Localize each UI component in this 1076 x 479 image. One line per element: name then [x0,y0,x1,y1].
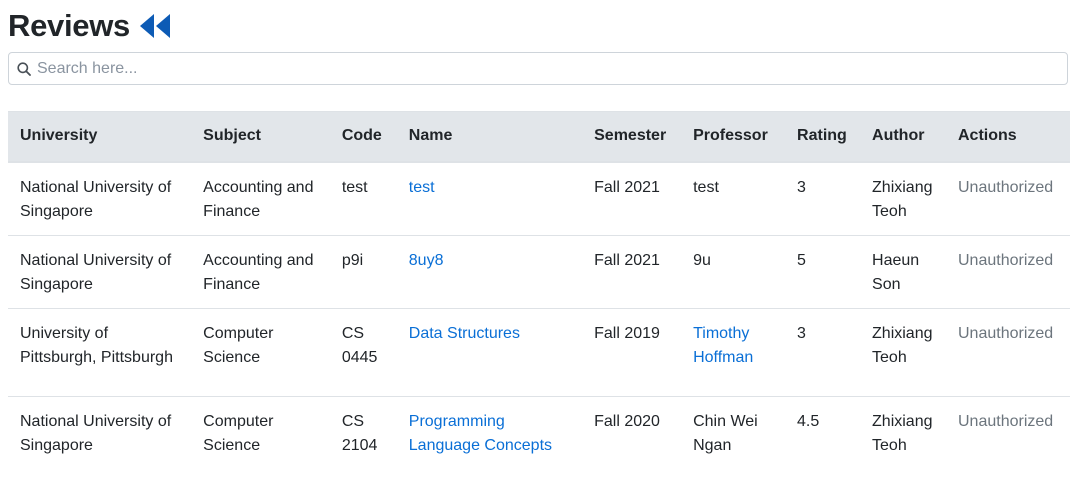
page-title: Reviews [8,8,130,43]
cell-professor: 9u [681,235,786,309]
cell-subject: Accounting and Finance [191,235,330,309]
column-header-code: Code [329,111,397,163]
cell-rating: 3 [785,161,861,236]
column-header-semester: Semester [582,111,682,163]
cell-code: p9i [329,235,397,309]
professor-link[interactable]: Timothy Hoffman [693,325,753,366]
cell-actions: Unauthorized [946,396,1070,469]
cell-professor: Timothy Hoffman [681,308,786,397]
cell-semester: Fall 2020 [582,396,682,469]
course-name-link[interactable]: Data Structures [409,325,520,342]
cell-university: National University of Singapore [8,396,192,469]
cell-author: Zhixiang Teoh [860,161,946,236]
course-name-link[interactable]: Programming Language Concepts [409,413,552,454]
reviews-page: Reviews University Subject Code Name Sem… [0,0,1076,479]
search-icon [17,61,31,76]
table-row: National University of Singapore Account… [8,161,1070,236]
cell-rating: 4.5 [785,396,861,469]
cell-name: test [396,161,583,236]
column-header-author: Author [860,111,946,163]
cell-name: Programming Language Concepts [396,396,583,469]
cell-university: National University of Singapore [8,161,192,236]
cell-university: University of Pittsburgh, Pittsburgh [8,308,192,397]
column-header-actions: Actions [946,111,1070,163]
search-input[interactable] [37,54,1067,83]
cell-name: 8uy8 [396,235,583,309]
cell-semester: Fall 2021 [582,235,682,309]
column-header-subject: Subject [191,111,330,163]
reviews-table: University Subject Code Name Semester Pr… [8,111,1070,469]
column-header-university: University [8,111,192,163]
cell-rating: 3 [785,308,861,397]
cell-rating: 5 [785,235,861,309]
course-name-link[interactable]: 8uy8 [409,252,444,269]
cell-semester: Fall 2021 [582,161,682,236]
cell-author: Haeun Son [860,235,946,309]
cell-university: National University of Singapore [8,235,192,309]
cell-actions: Unauthorized [946,308,1070,397]
cell-actions: Unauthorized [946,235,1070,309]
cell-semester: Fall 2019 [582,308,682,397]
table-row: National University of Singapore Account… [8,235,1070,309]
cell-code: test [329,161,397,236]
table-header-row: University Subject Code Name Semester Pr… [8,111,1070,163]
cell-actions: Unauthorized [946,161,1070,236]
cell-author: Zhixiang Teoh [860,308,946,397]
double-chevron-left-icon[interactable] [138,13,172,39]
cell-name: Data Structures [396,308,583,397]
table-row: University of Pittsburgh, Pittsburgh Com… [8,308,1070,397]
cell-subject: Accounting and Finance [191,161,330,236]
cell-author: Zhixiang Teoh [860,396,946,469]
cell-professor: test [681,161,786,236]
cell-subject: Computer Science [191,308,330,397]
cell-code: CS 2104 [329,396,397,469]
cell-subject: Computer Science [191,396,330,469]
table-row: National University of Singapore Compute… [8,396,1070,469]
column-header-rating: Rating [785,111,861,163]
search-box [8,52,1068,85]
cell-code: CS 0445 [329,308,397,397]
course-name-link[interactable]: test [409,179,435,196]
column-header-name: Name [396,111,583,163]
column-header-professor: Professor [681,111,786,163]
cell-professor: Chin Wei Ngan [681,396,786,469]
header: Reviews [8,6,172,46]
